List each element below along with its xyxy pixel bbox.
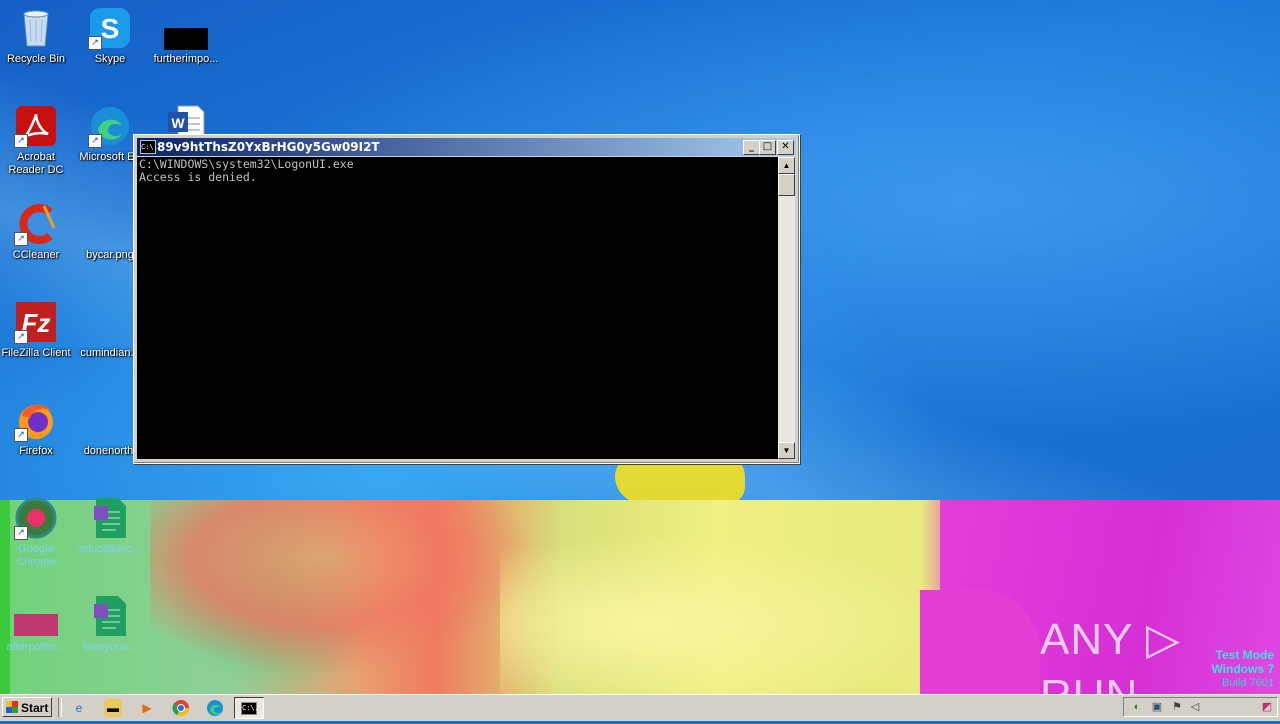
- flag-icon[interactable]: ⚑: [1170, 700, 1184, 714]
- desktop-icon-afterpolitic[interactable]: afterpolitic...: [0, 594, 72, 654]
- desktop-icon-label: afterpolitic...: [6, 641, 66, 653]
- close-button[interactable]: ✕: [777, 140, 794, 155]
- console-icon: C:\.: [241, 702, 259, 715]
- console-output[interactable]: C:\WINDOWS\system32\LogonUI.exe Access i…: [137, 157, 778, 459]
- desktop-icon-label: CCleaner: [12, 249, 60, 261]
- test-mode-text: Test Mode: [1215, 648, 1274, 662]
- scroll-thumb[interactable]: [778, 174, 795, 196]
- desktop-icon-filezilla[interactable]: Fz ↗ FileZilla Client: [0, 300, 72, 360]
- shortcut-arrow-icon: ↗: [14, 134, 28, 148]
- console-window[interactable]: C:\. 89v9htThsZ0YxBrHG0y5Gw09I2T _ □ ✕ C…: [133, 134, 800, 464]
- desktop-icon-label: FileZilla Client: [1, 347, 71, 359]
- file-explorer-icon[interactable]: ▬: [104, 699, 122, 717]
- volume-icon[interactable]: ◁: [1188, 700, 1202, 714]
- desktop-icon-label: Firefox: [19, 445, 53, 457]
- windows-logo-icon: [6, 701, 18, 713]
- desktop-icon-label: Skype: [94, 53, 126, 65]
- clock[interactable]: 12:00 PM: [1204, 701, 1251, 713]
- media-player-icon[interactable]: ▶: [138, 699, 156, 717]
- console-line: Access is denied.: [139, 169, 257, 184]
- svg-text:S: S: [101, 13, 120, 44]
- shortcut-arrow-icon: ↗: [88, 134, 102, 148]
- desktop-icon-chrome[interactable]: ↗ Google Chrome: [0, 496, 72, 569]
- chrome-icon: ↗: [14, 496, 58, 540]
- skype-icon: S ↗: [88, 6, 132, 50]
- desktop-icon-label: educationc...: [78, 543, 142, 555]
- file-icon: [14, 594, 58, 638]
- desktop-icon-everyone[interactable]: everyone...: [74, 594, 146, 654]
- window-title: 89v9htThsZ0YxBrHG0y5Gw09I2T: [157, 140, 380, 154]
- edge-taskbar-icon[interactable]: [206, 699, 224, 717]
- svg-text:W: W: [171, 115, 185, 131]
- shortcut-arrow-icon: ↗: [14, 428, 28, 442]
- desktop-icon-label: furtherimpo...: [153, 53, 219, 65]
- shortcut-arrow-icon: ↗: [14, 232, 28, 246]
- file-icon: [88, 300, 132, 344]
- file-icon: [88, 398, 132, 442]
- os-version-text: Windows 7: [1211, 662, 1274, 676]
- taskbar: Start e ▬ ▶ C:\. ◐ ▣ ⚑ ◁ 12:00 PM ◩: [0, 694, 1280, 721]
- desktop-icon-firefox[interactable]: ↗ Firefox: [0, 398, 72, 458]
- internet-explorer-icon[interactable]: e: [70, 699, 88, 717]
- desktop-icon-ccleaner[interactable]: ↗ CCleaner: [0, 202, 72, 262]
- shortcut-arrow-icon: ↗: [14, 526, 28, 540]
- console-icon: C:\.: [140, 140, 158, 154]
- start-button[interactable]: Start: [2, 697, 52, 717]
- shortcut-arrow-icon: ↗: [88, 36, 102, 50]
- maximize-button[interactable]: □: [759, 140, 776, 155]
- console-line: C:\WINDOWS\system32\LogonUI.exe: [139, 157, 354, 171]
- taskbar-console-button[interactable]: C:\.: [234, 697, 264, 719]
- desktop-icon-label: Google Chrome: [16, 543, 56, 568]
- acrobat-icon: ↗: [14, 104, 58, 148]
- vertical-scrollbar[interactable]: ▲ ▼: [778, 157, 795, 459]
- desktop-icon-label: everyone...: [82, 641, 138, 653]
- display-icon[interactable]: ▣: [1150, 700, 1164, 714]
- edge-icon: ↗: [88, 104, 132, 148]
- shortcut-arrow-icon: ↗: [14, 330, 28, 344]
- file-icon: [164, 6, 208, 50]
- desktop-icon-skype[interactable]: S ↗ Skype: [74, 6, 146, 66]
- chrome-taskbar-icon[interactable]: [172, 699, 190, 717]
- document-icon: [88, 496, 132, 540]
- desktop-icon-acrobat[interactable]: ↗ Acrobat Reader DC: [0, 104, 72, 177]
- action-center-icon[interactable]: ◩: [1260, 700, 1274, 714]
- window-titlebar[interactable]: C:\. 89v9htThsZ0YxBrHG0y5Gw09I2T _ □ ✕: [137, 138, 796, 156]
- image-file-icon: [88, 202, 132, 246]
- desktop-icon-education[interactable]: educationc...: [74, 496, 146, 556]
- firefox-icon: ↗: [14, 398, 58, 442]
- recycle-bin-icon: [14, 6, 58, 50]
- network-icon[interactable]: ◐: [1130, 700, 1144, 714]
- desktop-icon-label: Acrobat Reader DC: [8, 151, 64, 176]
- test-mode-watermark: Test Mode Windows 7 Build 7601: [1211, 648, 1274, 690]
- document-icon: [88, 594, 132, 638]
- desktop-icon-furtherimpo[interactable]: furtherimpo...: [150, 6, 222, 66]
- system-tray: ◐ ▣ ⚑ ◁ 12:00 PM ◩: [1123, 697, 1278, 717]
- filezilla-icon: Fz ↗: [14, 300, 58, 344]
- desktop-icon-label: Recycle Bin: [6, 53, 66, 65]
- taskbar-separator: [58, 698, 62, 717]
- ccleaner-icon: ↗: [14, 202, 58, 246]
- start-label: Start: [21, 701, 49, 715]
- desktop-icon-recycle-bin[interactable]: Recycle Bin: [0, 6, 72, 66]
- scroll-down-button[interactable]: ▼: [778, 442, 795, 459]
- build-text: Build 7601: [1222, 677, 1274, 689]
- minimize-button[interactable]: _: [743, 140, 760, 155]
- scroll-up-button[interactable]: ▲: [778, 157, 795, 174]
